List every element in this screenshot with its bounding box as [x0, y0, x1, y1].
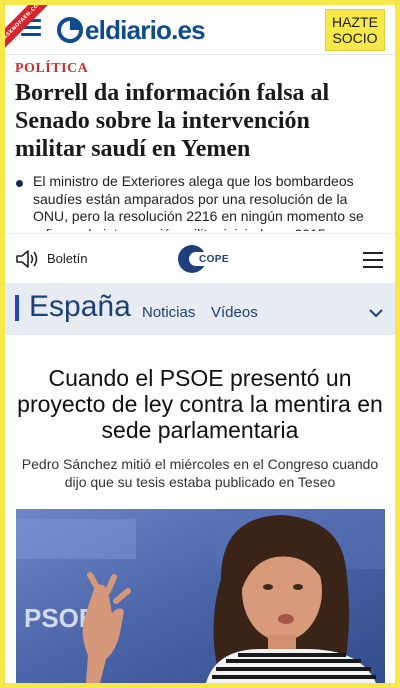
eldiario-logo-text: eldiario.es [85, 14, 206, 45]
boletin-link[interactable]: Boletín [47, 251, 87, 266]
cope-subheadline: Pedro Sánchez mitió el miércoles en el C… [21, 456, 379, 490]
speaker-icon[interactable] [15, 249, 41, 269]
cope-logo-text: COPE [199, 253, 229, 265]
socio-line-1: HAZTE [332, 14, 378, 30]
chevron-down-icon[interactable] [369, 309, 383, 318]
section-title[interactable]: España [29, 290, 131, 324]
eldiario-article: POLÍTICA Borrell da información falsa al… [5, 55, 395, 231]
article-headline[interactable]: Borrell da información falsa al Senado s… [15, 79, 385, 163]
cope-menu-icon[interactable] [363, 252, 383, 273]
cope-logo[interactable]: COPE [177, 244, 229, 274]
article-photo[interactable]: PSOE [16, 509, 385, 683]
socio-line-2: SOCIO [332, 30, 378, 46]
bullet-icon [16, 180, 23, 187]
cope-header: Boletín COPE [5, 233, 395, 283]
eldiario-logo[interactable]: eldiario.es [57, 14, 206, 46]
screenshot-frame: ASKNOFAEN.COM eldiario.es HAZTE SOCIO PO… [5, 5, 395, 683]
cope-article: Cuando el PSOE presentó un proyecto de l… [5, 335, 395, 683]
photo-illustration: PSOE [16, 509, 385, 683]
section-bar: España Noticias Vídeos [5, 283, 395, 335]
section-accent [15, 295, 19, 321]
nav-noticias[interactable]: Noticias [142, 304, 195, 321]
eldiario-header: eldiario.es HAZTE SOCIO [5, 5, 395, 55]
cope-headline[interactable]: Cuando el PSOE presentó un proyecto de l… [13, 365, 387, 443]
eldiario-logo-icon [57, 17, 83, 43]
hazte-socio-button[interactable]: HAZTE SOCIO [325, 9, 385, 51]
nav-videos[interactable]: Vídeos [211, 304, 258, 321]
section-label[interactable]: POLÍTICA [15, 61, 385, 77]
summary-text: El ministro de Exteriores alega que los … [33, 173, 364, 231]
article-summary: El ministro de Exteriores alega que los … [15, 173, 385, 231]
